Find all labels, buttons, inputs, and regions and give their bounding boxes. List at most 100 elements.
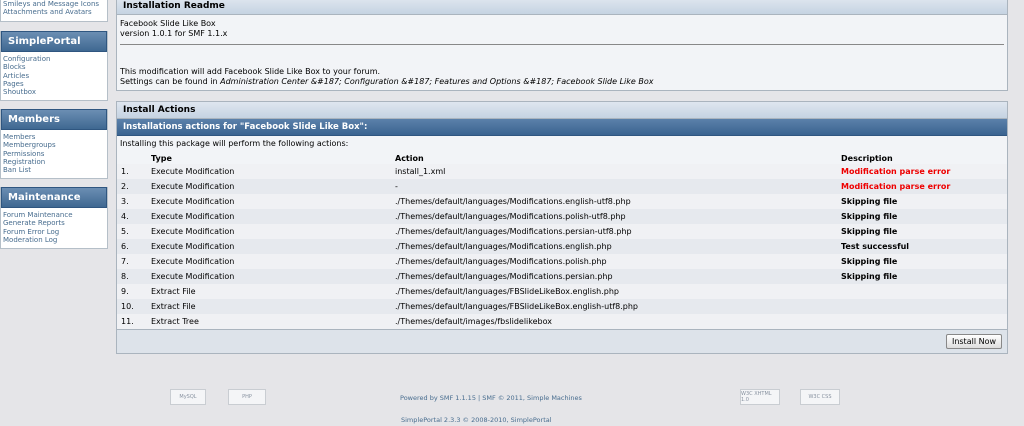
install-actions-footer: Install Now	[117, 329, 1007, 353]
sidebar-link-ban-list[interactable]: Ban List	[3, 166, 105, 174]
readme-settings-path: Administration Center &#187; Configurati…	[220, 76, 654, 86]
row-description: Skipping file	[839, 194, 1007, 209]
sidebar-section-title: SimplePortal	[1, 30, 107, 52]
table-row: 3. Execute Modification ./Themes/default/l…	[117, 194, 1007, 209]
sidebar-section-title: Members	[1, 108, 107, 130]
table-row: 4. Execute Modification ./Themes/default/l…	[117, 209, 1007, 224]
sidebar-link-attachments[interactable]: Attachments and Avatars	[3, 8, 105, 16]
readme-settings: Settings can be found in Administration …	[120, 77, 1004, 87]
sidebar-link-generate-reports[interactable]: Generate Reports	[3, 219, 105, 227]
sidebar-link-moderation-log[interactable]: Moderation Log	[3, 236, 105, 244]
table-row: 5. Execute Modification ./Themes/default/l…	[117, 224, 1007, 239]
row-action: install_1.xml	[393, 164, 839, 179]
install-actions-category: Installations actions for "Facebook Slid…	[117, 119, 1007, 136]
row-type: Execute Modification	[149, 224, 393, 239]
sidebar-link-forum-maintenance[interactable]: Forum Maintenance	[3, 211, 105, 219]
column-header-description: Description	[839, 151, 1007, 164]
simpleportal-copyright[interactable]: SimplePortal 2.3.3 © 2008-2010, SimplePo…	[401, 416, 552, 424]
sidebar-section-title: Maintenance	[1, 186, 107, 208]
table-row: 11. Extract Tree ./Themes/default/images/f…	[117, 314, 1007, 329]
sidebar-link-pages[interactable]: Pages	[3, 80, 105, 88]
sidebar-link-configuration[interactable]: Configuration	[3, 55, 105, 63]
row-action: ./Themes/default/languages/FBSlideLikeBo…	[393, 299, 839, 314]
sidebar-link-blocks[interactable]: Blocks	[3, 63, 105, 71]
row-type: Execute Modification	[149, 239, 393, 254]
row-number: 7.	[117, 254, 149, 269]
install-actions-title: Install Actions	[117, 102, 1007, 119]
sidebar-link-articles[interactable]: Articles	[3, 72, 105, 80]
row-type: Execute Modification	[149, 209, 393, 224]
row-description	[839, 314, 1007, 329]
row-description	[839, 284, 1007, 299]
readme-divider	[120, 44, 1004, 45]
row-action: ./Themes/default/languages/Modifications…	[393, 224, 839, 239]
readme-description: This modification will add Facebook Slid…	[120, 67, 381, 76]
row-action: ./Themes/default/languages/Modifications…	[393, 209, 839, 224]
row-number: 1.	[117, 164, 149, 179]
sidebar-link-members[interactable]: Members	[3, 133, 105, 141]
sidebar-top-links: Smileys and Message Icons Attachments an…	[0, 0, 108, 22]
readme-panel: Installation Readme Facebook Slide Like …	[116, 0, 1008, 91]
row-description: Skipping file	[839, 209, 1007, 224]
readme-version: version 1.0.1 for SMF 1.1.x	[120, 28, 228, 38]
row-description: Test successful	[839, 239, 1007, 254]
sidebar-link-permissions[interactable]: Permissions	[3, 150, 105, 158]
smf-copyright[interactable]: Powered by SMF 1.1.15 | SMF © 2011, Simp…	[400, 394, 582, 402]
row-type: Execute Modification	[149, 254, 393, 269]
install-actions-intro: Installing this package will perform the…	[117, 136, 1007, 151]
install-actions-panel: Install Actions Installations actions fo…	[116, 101, 1008, 354]
row-number: 9.	[117, 284, 149, 299]
row-action: ./Themes/default/images/fbslidelikebox	[393, 314, 839, 329]
column-header-type: Type	[149, 151, 393, 164]
row-number: 5.	[117, 224, 149, 239]
row-number: 6.	[117, 239, 149, 254]
row-number: 11.	[117, 314, 149, 329]
row-description	[839, 299, 1007, 314]
row-type: Extract File	[149, 299, 393, 314]
main-content: Installation Readme Facebook Slide Like …	[116, 0, 1008, 364]
row-description: Skipping file	[839, 269, 1007, 284]
admin-sidebar: Smileys and Message Icons Attachments an…	[0, 0, 108, 257]
readme-settings-prefix: Settings can be found in	[120, 76, 221, 86]
row-action: ./Themes/default/languages/FBSlideLikeBo…	[393, 284, 839, 299]
row-description: Skipping file	[839, 224, 1007, 239]
sidebar-link-smileys[interactable]: Smileys and Message Icons	[3, 0, 105, 8]
readme-name: Facebook Slide Like Box	[120, 19, 216, 28]
install-actions-table: Type Action Description 1. Execute Modifi…	[117, 151, 1007, 329]
row-action: ./Themes/default/languages/Modifications…	[393, 194, 839, 209]
row-type: Extract Tree	[149, 314, 393, 329]
sidebar-section-members: Members Members Membergroups Permissions…	[0, 108, 108, 179]
row-type: Execute Modification	[149, 194, 393, 209]
readme-title: Installation Readme	[117, 0, 1007, 15]
column-header-number	[117, 151, 149, 164]
row-type: Execute Modification	[149, 269, 393, 284]
column-header-action: Action	[393, 151, 839, 164]
sidebar-link-membergroups[interactable]: Membergroups	[3, 141, 105, 149]
sidebar-section-simpleportal: SimplePortal Configuration Blocks Articl…	[0, 30, 108, 101]
row-number: 4.	[117, 209, 149, 224]
sidebar-link-registration[interactable]: Registration	[3, 158, 105, 166]
row-number: 3.	[117, 194, 149, 209]
sidebar-link-forum-error-log[interactable]: Forum Error Log	[3, 228, 105, 236]
table-row: 9. Extract File ./Themes/default/languages…	[117, 284, 1007, 299]
row-action: ./Themes/default/languages/Modifications…	[393, 239, 839, 254]
table-row: 8. Execute Modification ./Themes/default/l…	[117, 269, 1007, 284]
row-action: ./Themes/default/languages/Modifications…	[393, 254, 839, 269]
row-description: Modification parse error	[839, 179, 1007, 194]
table-header-row: Type Action Description	[117, 151, 1007, 164]
page-footer: Powered by SMF 1.1.15 | SMF © 2011, Simp…	[0, 390, 1024, 426]
row-type: Execute Modification	[149, 179, 393, 194]
table-row: 2. Execute Modification - Modification pars…	[117, 179, 1007, 194]
table-row: 6. Execute Modification ./Themes/default/l…	[117, 239, 1007, 254]
row-description: Modification parse error	[839, 164, 1007, 179]
install-now-button[interactable]: Install Now	[945, 334, 1002, 349]
row-type: Extract File	[149, 284, 393, 299]
table-row: 7. Execute Modification ./Themes/default/l…	[117, 254, 1007, 269]
row-action: ./Themes/default/languages/Modifications…	[393, 269, 839, 284]
sidebar-link-shoutbox[interactable]: Shoutbox	[3, 88, 105, 96]
row-number: 8.	[117, 269, 149, 284]
row-action: -	[393, 179, 839, 194]
row-number: 2.	[117, 179, 149, 194]
sidebar-section-maintenance: Maintenance Forum Maintenance Generate R…	[0, 186, 108, 249]
row-type: Execute Modification	[149, 164, 393, 179]
